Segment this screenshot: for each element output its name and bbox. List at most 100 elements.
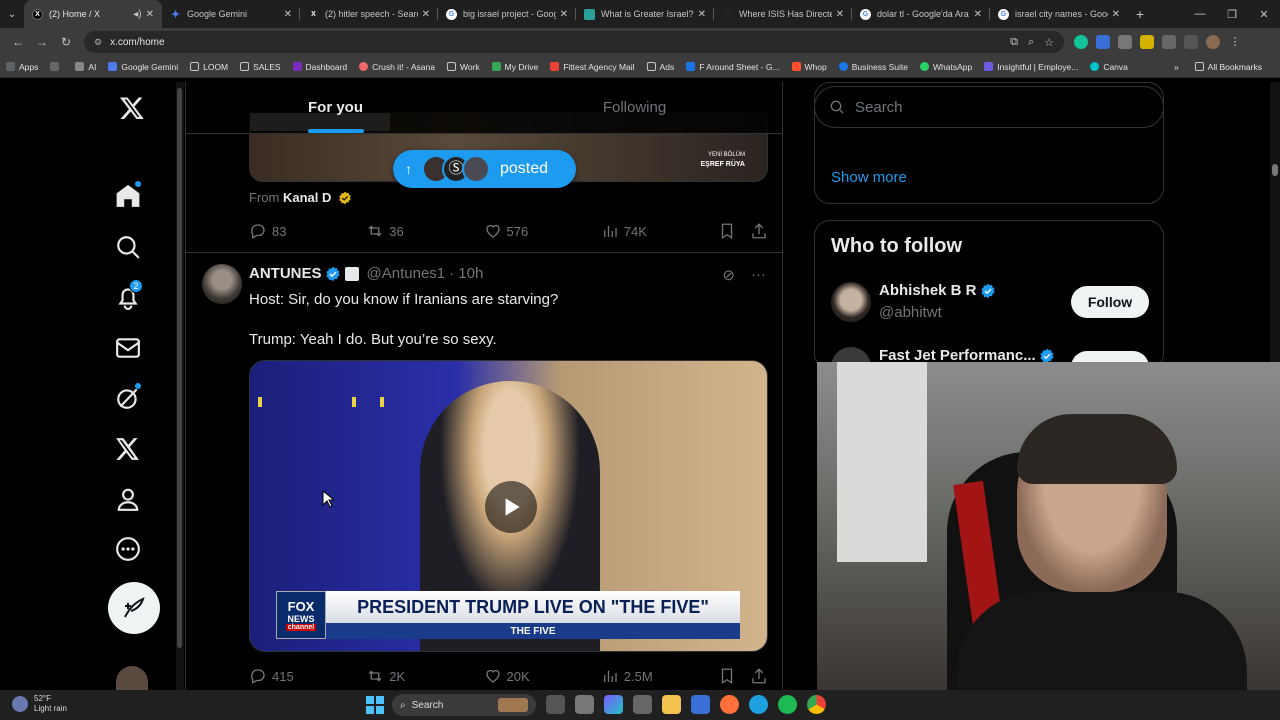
more-bookmarks-icon[interactable]: » <box>1174 62 1179 72</box>
camera-icon[interactable] <box>633 695 652 714</box>
grammarly-icon[interactable] <box>1074 35 1088 49</box>
bookmark[interactable]: Crush it! - Asana <box>359 62 435 72</box>
zoom-icon[interactable]: ⌕ <box>1028 36 1034 49</box>
profile-icon[interactable] <box>112 483 144 515</box>
restore-icon[interactable]: ❐ <box>1216 8 1248 21</box>
close-tab-icon[interactable]: ✕ <box>146 9 154 20</box>
back-icon[interactable]: ← <box>6 30 30 54</box>
bookmark[interactable]: Google Gemini <box>108 62 178 72</box>
suggestion-name[interactable]: Abhishek B R <box>879 282 977 299</box>
start-button[interactable] <box>366 696 384 714</box>
close-tab-icon[interactable]: ✕ <box>836 9 844 20</box>
grok-icon[interactable] <box>112 382 144 414</box>
close-tab-icon[interactable]: ✕ <box>422 9 430 20</box>
close-tab-icon[interactable]: ✕ <box>560 9 568 20</box>
messages-icon[interactable] <box>112 332 144 364</box>
more-options-icon[interactable]: ··· <box>751 266 766 284</box>
sidebar-scrollbar[interactable] <box>1270 82 1280 362</box>
reply-button[interactable]: 83 <box>249 222 366 240</box>
weather-widget[interactable]: 52°F Light rain <box>12 694 67 714</box>
follow-suggestion[interactable]: Abhishek B R @abhitwt Follow <box>831 282 1149 322</box>
close-window-icon[interactable]: ✕ <box>1248 8 1280 21</box>
browser-tab[interactable]: X (2) Home / X ◂) ✕ <box>24 0 162 28</box>
repost-button[interactable]: 2K <box>366 667 483 685</box>
share-icon[interactable] <box>750 222 768 240</box>
install-icon[interactable]: ⧉ <box>1010 36 1018 49</box>
bookmark[interactable]: AI <box>75 62 96 72</box>
bookmark[interactable]: WhatsApp <box>919 62 972 72</box>
browser-tab[interactable]: G dolar tl - Google'da Ara ✕ <box>852 0 990 28</box>
scroll-thumb[interactable] <box>177 88 182 648</box>
extension-icon[interactable] <box>1140 35 1154 49</box>
taskbar-search[interactable]: ⌕ Search <box>392 694 536 716</box>
menu-icon[interactable]: ⋮ <box>1228 35 1242 49</box>
play-button[interactable] <box>485 481 537 533</box>
spotify-icon[interactable] <box>778 695 797 714</box>
page-scrollbar[interactable] <box>176 82 184 690</box>
file-explorer-icon[interactable] <box>662 695 681 714</box>
browser-tab[interactable]: ✦ Google Gemini ✕ <box>162 0 300 28</box>
premium-icon[interactable] <box>112 433 144 465</box>
close-tab-icon[interactable]: ✕ <box>1112 9 1120 20</box>
bookmark[interactable]: Canva <box>1090 62 1128 72</box>
new-tab-button[interactable]: + <box>1128 6 1152 22</box>
follow-button[interactable]: Follow <box>1071 286 1149 318</box>
minimize-icon[interactable]: — <box>1184 8 1216 21</box>
bookmark[interactable] <box>50 62 63 71</box>
app-icon[interactable] <box>575 695 594 714</box>
show-more-link[interactable]: Show more <box>831 169 907 186</box>
author-handle[interactable]: @Antunes1 <box>367 265 446 282</box>
browser-tab[interactable]: Where ISIS Has Directed a ✕ <box>714 0 852 28</box>
home-icon[interactable] <box>112 180 144 212</box>
tab-following[interactable]: Following <box>485 82 782 133</box>
bookmark-icon[interactable] <box>718 667 736 685</box>
views-button[interactable]: 74K <box>601 222 718 240</box>
post-time[interactable]: · 10h <box>449 265 483 282</box>
edge-icon[interactable] <box>749 695 768 714</box>
tab-for-you[interactable]: For you <box>186 82 485 133</box>
all-bookmarks-folder[interactable]: All Bookmarks <box>1194 62 1262 72</box>
account-avatar[interactable] <box>116 666 148 690</box>
search-input[interactable]: Search <box>814 86 1164 128</box>
new-posts-pill[interactable]: ↑ Ⓢ posted <box>393 150 576 188</box>
bookmark[interactable]: Whop <box>791 62 827 72</box>
like-button[interactable]: 20K <box>484 667 601 685</box>
profile-avatar[interactable] <box>1206 35 1220 49</box>
grok-icon[interactable]: ⊘ <box>722 266 735 284</box>
source-name[interactable]: Kanal D <box>283 190 331 205</box>
audio-icon[interactable]: ◂) <box>133 9 141 20</box>
site-info-icon[interactable]: ⚙ <box>94 37 102 48</box>
avatar[interactable] <box>202 264 242 304</box>
shield-icon[interactable] <box>1118 35 1132 49</box>
task-view-icon[interactable] <box>546 695 565 714</box>
close-tab-icon[interactable]: ✕ <box>698 9 706 20</box>
firefox-icon[interactable] <box>720 695 739 714</box>
address-bar[interactable]: ⚙ x.com/home ⧉ ⌕ ☆ <box>84 31 1064 53</box>
bookmark[interactable]: Fittest Agency Mail <box>550 62 635 72</box>
scroll-thumb[interactable] <box>1272 164 1278 176</box>
bookmark-folder[interactable]: SALES <box>240 62 281 72</box>
extension-icon[interactable] <box>1096 35 1110 49</box>
bookmark[interactable]: F Around Sheet - G... <box>686 62 780 72</box>
bookmark[interactable]: Apps <box>6 62 38 72</box>
bookmark-folder[interactable]: Ads <box>646 62 674 72</box>
reply-button[interactable]: 415 <box>249 667 366 685</box>
notifications-icon[interactable]: 2 <box>112 279 144 313</box>
avatar[interactable] <box>831 282 871 322</box>
more-icon[interactable] <box>112 533 144 565</box>
bookmark-icon[interactable] <box>718 222 736 240</box>
browser-tab[interactable]: X (2) hitler speech - Search ✕ <box>300 0 438 28</box>
bookmark[interactable]: My Drive <box>491 62 538 72</box>
tab-groups-icon[interactable] <box>1184 35 1198 49</box>
compose-post-button[interactable] <box>108 582 160 634</box>
bookmark[interactable]: Business Suite <box>838 62 908 72</box>
author-name[interactable]: ANTUNES <box>249 265 322 282</box>
tab-search-button[interactable]: ⌄ <box>0 0 24 28</box>
browser-tab[interactable]: G big israel project - Googl ✕ <box>438 0 576 28</box>
calculator-icon[interactable] <box>691 695 710 714</box>
search-icon[interactable] <box>112 231 144 263</box>
like-button[interactable]: 576 <box>484 222 601 240</box>
forward-icon[interactable]: → <box>30 30 54 54</box>
views-button[interactable]: 2.5M <box>601 667 718 685</box>
repost-button[interactable]: 36 <box>366 222 483 240</box>
